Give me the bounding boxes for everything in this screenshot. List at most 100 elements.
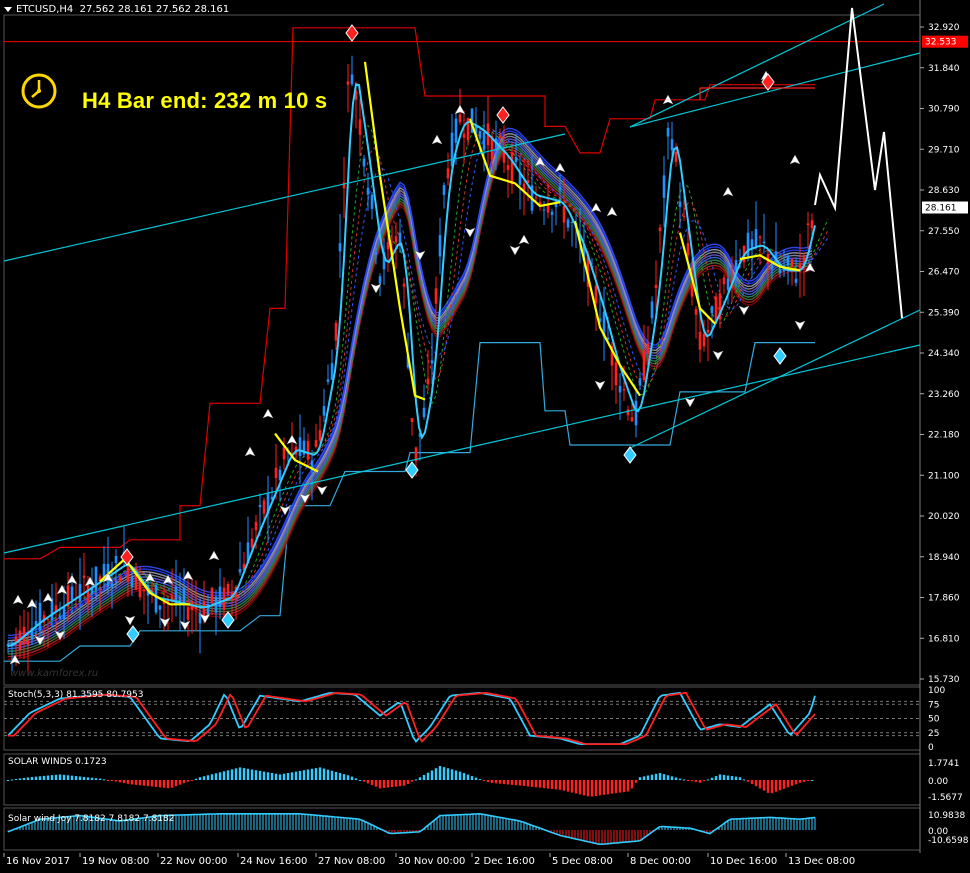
candle-body bbox=[258, 505, 262, 508]
price-tick-label: 20.020 bbox=[928, 512, 960, 522]
solar-winds-bar bbox=[654, 773, 658, 780]
solar-winds-bar bbox=[238, 767, 242, 780]
candle-body bbox=[778, 269, 782, 274]
solar-winds-bar bbox=[254, 770, 258, 780]
arrow-marker-icon bbox=[509, 245, 521, 256]
trendline-upper bbox=[3, 133, 566, 262]
solar-winds-bar bbox=[510, 780, 514, 785]
candle-body bbox=[478, 131, 482, 139]
candle-body bbox=[542, 209, 546, 211]
solar-winds-bar bbox=[206, 775, 210, 780]
solar-winds-bar bbox=[438, 766, 442, 780]
price-tick-label: 18.940 bbox=[928, 553, 960, 563]
solar-winds-bar bbox=[410, 780, 414, 782]
solar-winds-bar bbox=[470, 776, 474, 780]
solar-winds-bar bbox=[602, 780, 606, 795]
candle-body bbox=[186, 607, 190, 620]
trendline-channel-top bbox=[629, 3, 885, 128]
stoch-level-label: 75 bbox=[928, 700, 939, 710]
candle-body bbox=[158, 605, 162, 610]
solar-winds-bar bbox=[310, 768, 314, 780]
solar-winds-bar bbox=[182, 780, 186, 784]
solar-winds-bar bbox=[98, 778, 102, 780]
candle-body bbox=[726, 278, 730, 290]
forecast-line bbox=[814, 7, 903, 319]
solar-winds-bar bbox=[594, 780, 598, 796]
candle-body bbox=[642, 349, 646, 381]
solar-winds-bar bbox=[78, 776, 82, 780]
candle-body bbox=[622, 389, 626, 391]
solar-winds-bar bbox=[130, 780, 134, 785]
resistance-price-label: 32.533 bbox=[925, 38, 957, 48]
solar-winds-bar bbox=[542, 780, 546, 789]
candle-body bbox=[710, 306, 714, 314]
candle-body bbox=[514, 156, 518, 163]
candle-body bbox=[662, 175, 666, 198]
candle-body bbox=[250, 538, 254, 548]
candle-body bbox=[462, 133, 466, 138]
price-tick-label: 26.470 bbox=[928, 268, 960, 278]
candle-body bbox=[322, 406, 326, 416]
arrow-marker-icon bbox=[464, 227, 476, 238]
candle-body bbox=[454, 118, 458, 143]
solar-winds-bar bbox=[318, 767, 322, 780]
solar-winds-bar bbox=[730, 776, 734, 780]
solar-winds-bar bbox=[274, 773, 278, 780]
candle-body bbox=[374, 252, 378, 255]
panel-frame bbox=[3, 753, 921, 806]
solar-winds-bar bbox=[194, 778, 198, 780]
price-tick-label: 30.790 bbox=[928, 105, 960, 115]
solar-winds-bar bbox=[658, 773, 662, 780]
price-tick-label: 22.180 bbox=[928, 431, 960, 441]
current-price-label: 28.161 bbox=[925, 204, 957, 214]
chart-window[interactable]: 32.920 31.840 30.790 29.710 28.630 27.550 26.4… bbox=[0, 0, 970, 873]
blue-pivot-diamond-icon bbox=[623, 446, 637, 464]
solar-winds-bar bbox=[262, 771, 266, 780]
solar-winds-bar bbox=[110, 780, 114, 781]
arrow-marker-icon bbox=[431, 134, 443, 145]
candle-body bbox=[422, 407, 426, 418]
candle-body bbox=[210, 587, 214, 604]
solar-winds-bar bbox=[502, 780, 506, 785]
stoch-level-label: 0 bbox=[928, 743, 934, 753]
solar-winds-bar bbox=[446, 768, 450, 780]
solar-winds-bar bbox=[250, 769, 254, 780]
price-tick-label: 27.550 bbox=[928, 227, 960, 237]
solar-winds-bar bbox=[226, 770, 230, 780]
solar-winds-bar bbox=[562, 780, 566, 791]
time-tick-label: 22 Nov 00:00 bbox=[160, 856, 227, 867]
candle-body bbox=[378, 276, 382, 284]
solar-winds-bar bbox=[786, 780, 790, 788]
candle-body bbox=[546, 204, 550, 213]
candle-body bbox=[630, 417, 634, 422]
candle-body bbox=[118, 577, 122, 582]
price-chart[interactable]: 32.920 31.840 30.790 29.710 28.630 27.550 26.4… bbox=[0, 0, 970, 873]
solar-winds-level-label: 1.7741 bbox=[928, 759, 960, 769]
time-tick-label: 13 Dec 08:00 bbox=[788, 856, 855, 867]
solar-winds-bar bbox=[522, 780, 526, 787]
solar-winds-bar bbox=[142, 780, 146, 786]
solar-winds-bar bbox=[346, 775, 350, 780]
solar-winds-bar bbox=[762, 780, 766, 791]
arrow-marker-icon bbox=[244, 446, 256, 457]
solar-winds-bar bbox=[382, 780, 386, 788]
solar-winds-bar bbox=[666, 775, 670, 780]
solar-winds-bar bbox=[778, 780, 782, 791]
solar-winds-bar bbox=[390, 780, 394, 788]
solar-winds-bar bbox=[6, 780, 10, 781]
candle-body bbox=[750, 239, 754, 248]
solar-winds-bar bbox=[294, 771, 298, 780]
solar-winds-bar bbox=[770, 780, 774, 794]
candle-body bbox=[370, 194, 374, 209]
solar-winds-bar bbox=[798, 780, 802, 783]
solar-winds-bar bbox=[706, 779, 710, 781]
arrow-marker-icon bbox=[789, 154, 801, 165]
candle-body bbox=[254, 521, 258, 531]
candle-body bbox=[442, 185, 446, 195]
candle-body bbox=[366, 187, 370, 195]
candle-body bbox=[658, 227, 662, 232]
solar-winds-bar bbox=[614, 780, 618, 794]
solar-winds-bar bbox=[526, 780, 530, 787]
price-tick-label: 28.630 bbox=[928, 186, 960, 196]
dropdown-arrow-icon[interactable] bbox=[4, 6, 12, 12]
